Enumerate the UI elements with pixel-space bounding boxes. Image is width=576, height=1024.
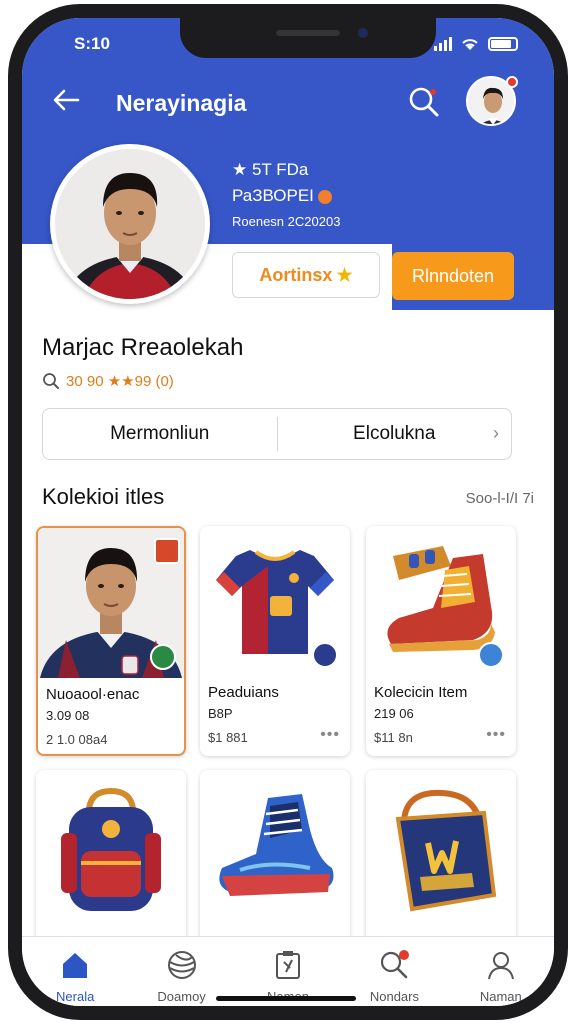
phone-frame: S:10 Nerayinagia ★ 5T FDa РаЗВОРЕI Roene… <box>8 4 568 1020</box>
card-title: Nuoaool·enac <box>46 686 140 703</box>
profile-portrait-icon <box>55 149 205 299</box>
segment-right[interactable]: Elcolukna <box>278 423 512 445</box>
segmented-control: Mermonliun Elcolukna › <box>42 408 512 460</box>
status-icons <box>434 36 518 52</box>
club-badge-icon <box>312 642 338 668</box>
status-time: S:10 <box>74 34 110 53</box>
wifi-icon <box>462 39 478 50</box>
profile-stat-level-text: РаЗВОРЕI <box>232 186 314 205</box>
home-icon <box>63 953 88 978</box>
collection-card[interactable]: Peaduians B8P $1 881 ••• <box>200 526 350 756</box>
front-camera <box>358 28 368 38</box>
tote-bag-icon <box>395 789 497 912</box>
battery-icon <box>488 37 518 51</box>
card-image <box>36 770 186 930</box>
card-image <box>366 770 516 930</box>
rating-row: 30 90 ★★99 (0) <box>42 372 174 390</box>
card-subtitle: 3.09 08 <box>46 708 90 723</box>
nav-explore-label: Doamoy <box>157 989 206 1004</box>
card-subtitle: 219 06 <box>374 706 414 721</box>
section-title: Kolekioi itles <box>42 484 165 509</box>
profile-stat-rank: ★ 5T FDa <box>232 160 309 179</box>
verified-badge-icon <box>150 644 176 670</box>
more-options-icon[interactable]: ••• <box>486 726 506 744</box>
nav-home[interactable]: Nerala <box>22 937 128 1006</box>
tag-icon <box>276 951 301 979</box>
app-screen: S:10 Nerayinagia ★ 5T FDa РаЗВОРЕI Roene… <box>22 18 554 1006</box>
profile-photo[interactable] <box>50 144 210 304</box>
see-all-link[interactable]: Soo-l-I/I 7i <box>466 490 534 507</box>
card-title: Kolecicin Item <box>374 684 468 701</box>
segment-left[interactable]: Mermonliun <box>43 423 277 445</box>
sneaker-icon <box>219 794 334 896</box>
star-icon: ★ <box>336 264 353 285</box>
club-crest-icon <box>154 538 180 564</box>
follow-button-label: Aortinsх <box>259 264 333 285</box>
nav-search[interactable]: Nondars <box>341 937 447 1006</box>
notch <box>180 18 436 58</box>
card-subtitle: B8P <box>208 706 233 721</box>
back-arrow-icon <box>53 89 80 111</box>
nav-profile[interactable]: Naman <box>448 937 554 1006</box>
brand-badge-icon <box>478 642 504 668</box>
nav-profile-label: Naman <box>479 989 522 1004</box>
card-price: $1 881 <box>208 730 248 745</box>
home-indicator <box>216 996 356 1001</box>
globe-icon <box>167 951 196 979</box>
search-button[interactable] <box>406 84 442 120</box>
backpack-icon <box>61 787 161 911</box>
nav-home-label: Nerala <box>56 989 95 1004</box>
notch-speaker <box>276 30 340 36</box>
level-badge-icon <box>317 189 332 204</box>
card-price: $11 8n <box>374 730 413 745</box>
back-button[interactable] <box>48 82 84 118</box>
chevron-right-icon[interactable]: › <box>493 423 499 444</box>
profile-stat-since: Roenesn 2С20203 <box>232 214 341 229</box>
message-button[interactable]: Rlnndoten <box>392 252 514 300</box>
rating-text: 30 90 ★★99 (0) <box>66 373 174 390</box>
card-title: Peaduians <box>208 684 279 701</box>
notification-dot <box>506 76 518 88</box>
page-title: Nerayinagia <box>116 90 247 116</box>
follow-button[interactable]: Aortinsх ★ <box>232 252 380 298</box>
card-price: 2 1.0 08a4 <box>46 732 108 747</box>
collection-card[interactable]: Nuoaool·enac 3.09 08 2 1.0 08a4 <box>36 526 186 756</box>
profile-name: Marjac Rreaolekah <box>42 334 244 361</box>
card-image <box>200 770 350 930</box>
search-small-icon <box>43 373 59 389</box>
signal-icon <box>434 37 452 51</box>
profile-stat-level: РаЗВОРЕI <box>232 186 332 206</box>
search-icon <box>381 950 410 979</box>
more-options-icon[interactable]: ••• <box>320 726 340 744</box>
collection-card[interactable]: Kolecicin Item 219 06 $11 8n ••• <box>366 526 516 756</box>
profile-icon <box>487 952 514 980</box>
search-icon <box>409 87 439 117</box>
nav-search-label: Nondars <box>369 989 419 1004</box>
